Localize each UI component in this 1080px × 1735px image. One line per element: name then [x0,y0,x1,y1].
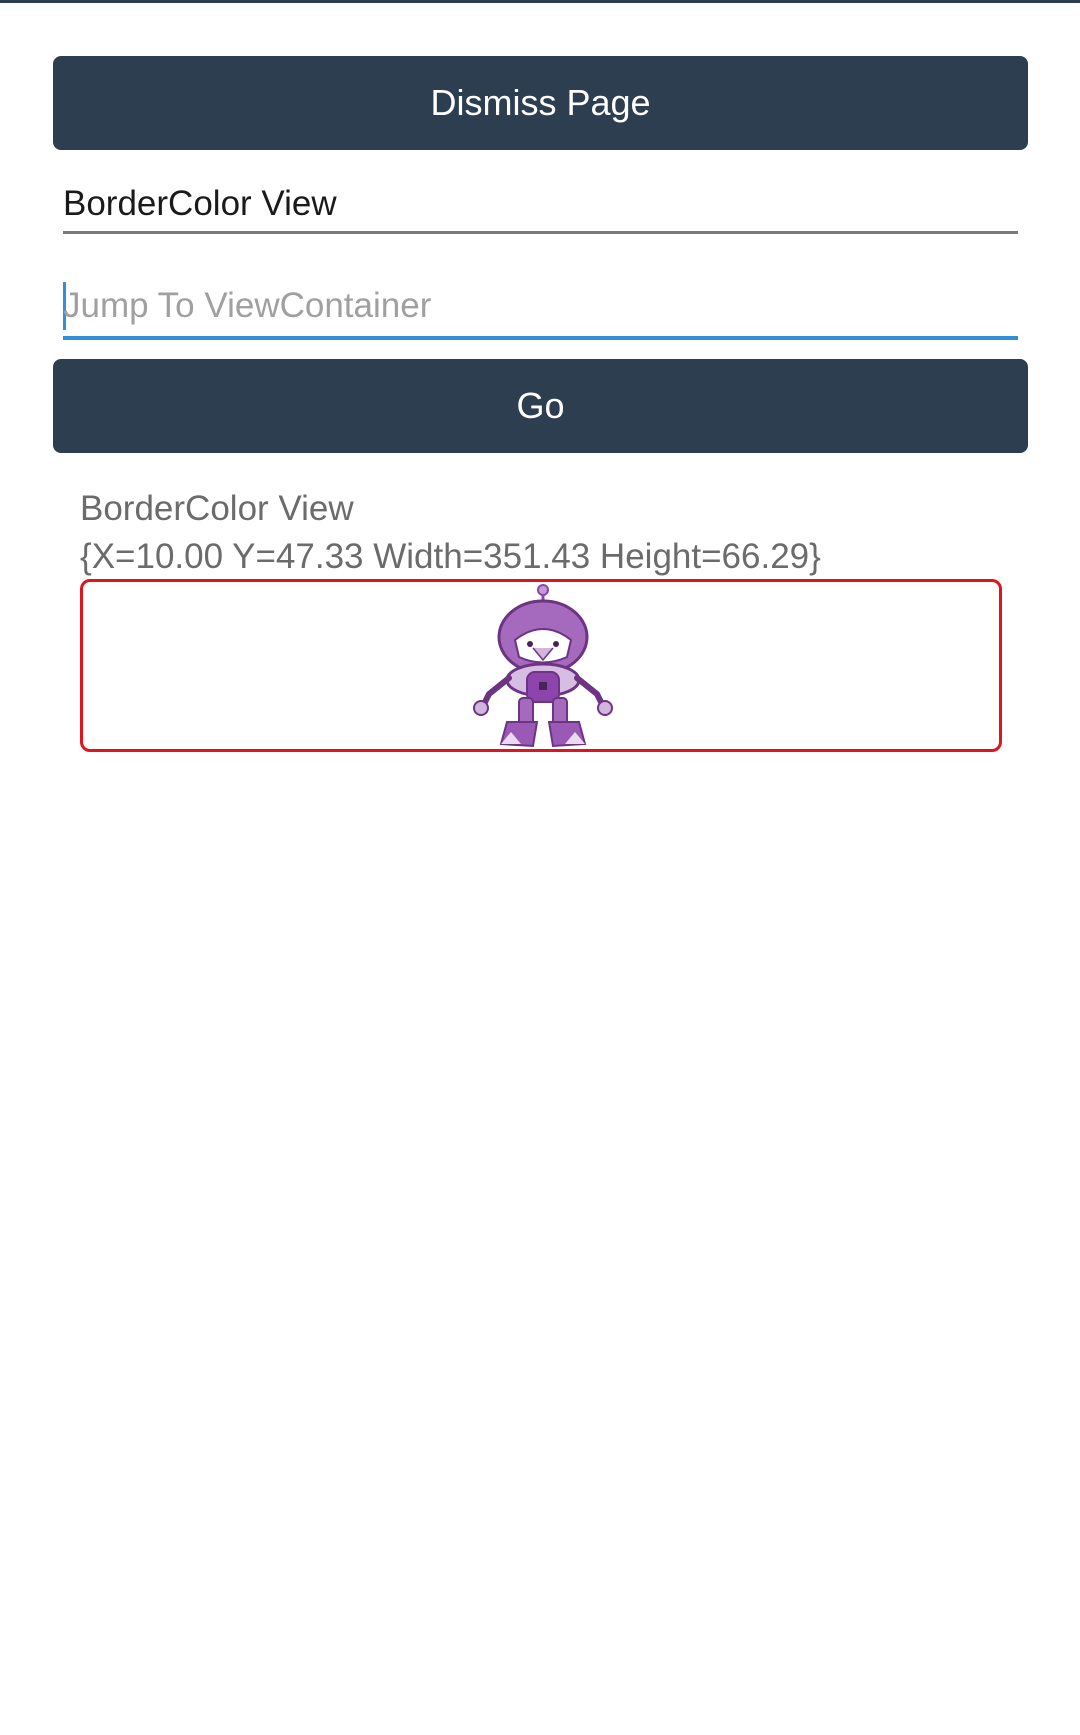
view-name-field[interactable]: BorderColor View [63,180,1018,234]
view-bounds: {X=10.00 Y=47.33 Width=351.43 Height=66.… [80,537,821,576]
dotnet-bot-icon [473,584,613,748]
jump-to-view-input[interactable]: Jump To ViewContainer [63,280,1018,340]
dismiss-page-button[interactable]: Dismiss Page [53,56,1028,150]
top-divider [0,0,1080,3]
go-button[interactable]: Go [53,359,1028,453]
view-title: BorderColor View [80,489,354,528]
view-info: BorderColor View {X=10.00 Y=47.33 Width=… [80,485,821,581]
border-color-view [80,579,1002,752]
jump-to-view-placeholder: Jump To ViewContainer [63,286,432,325]
view-name-value: BorderColor View [63,184,337,223]
